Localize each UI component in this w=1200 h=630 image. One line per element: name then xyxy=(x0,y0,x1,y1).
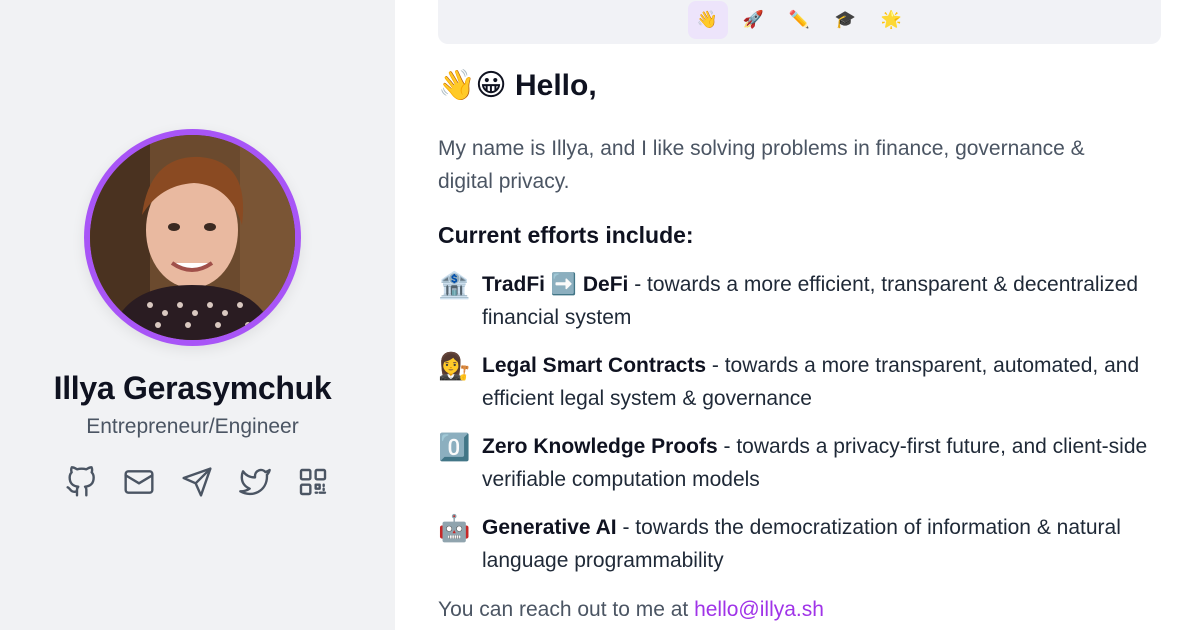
github-link[interactable] xyxy=(64,464,97,500)
contact-text: You can reach out to me at xyxy=(438,598,695,621)
avatar-ring xyxy=(84,129,301,346)
page-title: 👋😀 Hello, xyxy=(438,68,597,103)
qr-code-link[interactable] xyxy=(296,464,329,500)
intro-text: My name is Illya, and I like solving pro… xyxy=(438,137,1085,193)
wave-icon: 👋 xyxy=(696,10,719,29)
effort-item: 🏦 TradFi ➡️ DeFi - towards a more effici… xyxy=(438,268,1158,334)
tab-education[interactable]: 🎓 xyxy=(826,1,866,39)
profile-name: Illya Gerasymchuk xyxy=(53,370,332,406)
avatar xyxy=(90,135,295,340)
profile-role: Entrepreneur/Engineer xyxy=(86,415,299,438)
effort-description: - towards a more efficient, transparent … xyxy=(482,273,1139,329)
twitter-icon xyxy=(238,468,271,496)
profile-sidebar: Illya Gerasymchuk Entrepreneur/Engineer xyxy=(0,0,395,630)
telegram-link[interactable] xyxy=(180,464,213,500)
zero-keycap-icon: 0️⃣ xyxy=(438,432,471,462)
graduation-cap-icon: 🎓 xyxy=(834,10,857,29)
effort-title-secondary: DeFi xyxy=(582,273,629,296)
effort-item: 🤖 Generative AI - towards the democratiz… xyxy=(438,511,1158,577)
tab-hello[interactable]: 👋 xyxy=(687,1,728,39)
pencil-icon: ✏️ xyxy=(788,10,811,29)
judge-icon: 👩‍⚖️ xyxy=(438,351,471,381)
effort-title: Generative AI xyxy=(482,516,617,539)
tab-writing[interactable]: ✏️ xyxy=(780,1,820,39)
star-icon: 🌟 xyxy=(880,10,903,29)
effort-title: Zero Knowledge Proofs xyxy=(482,435,718,458)
email-address-link[interactable]: hello@illya.sh xyxy=(694,598,824,621)
effort-item: 👩‍⚖️ Legal Smart Contracts - towards a m… xyxy=(438,349,1158,415)
wave-smile-icon: 👋😀 xyxy=(438,69,507,102)
twitter-link[interactable] xyxy=(238,464,271,500)
github-icon xyxy=(65,466,95,497)
tab-projects[interactable]: 🚀 xyxy=(734,1,774,39)
hello-text: Hello, xyxy=(514,69,597,102)
rocket-icon: 🚀 xyxy=(742,10,765,29)
effort-item: 0️⃣ Zero Knowledge Proofs - towards a pr… xyxy=(438,430,1158,496)
efforts-heading: Current efforts include: xyxy=(438,222,694,248)
effort-title: Legal Smart Contracts xyxy=(482,354,707,377)
mail-icon xyxy=(123,470,154,494)
effort-title: TradFi xyxy=(482,273,546,296)
bank-icon: 🏦 xyxy=(438,270,471,300)
social-links xyxy=(64,464,329,500)
telegram-icon xyxy=(181,467,212,497)
contact-line: You can reach out to me at hello@illya.s… xyxy=(438,598,824,622)
arrow-right-icon: ➡️ xyxy=(550,273,578,296)
section-tabs: 👋 🚀 ✏️ 🎓 🌟 xyxy=(438,0,1161,44)
qr-code-icon xyxy=(299,468,326,496)
email-link[interactable] xyxy=(122,464,155,500)
tab-highlights[interactable]: 🌟 xyxy=(872,1,912,39)
robot-icon: 🤖 xyxy=(438,513,471,543)
